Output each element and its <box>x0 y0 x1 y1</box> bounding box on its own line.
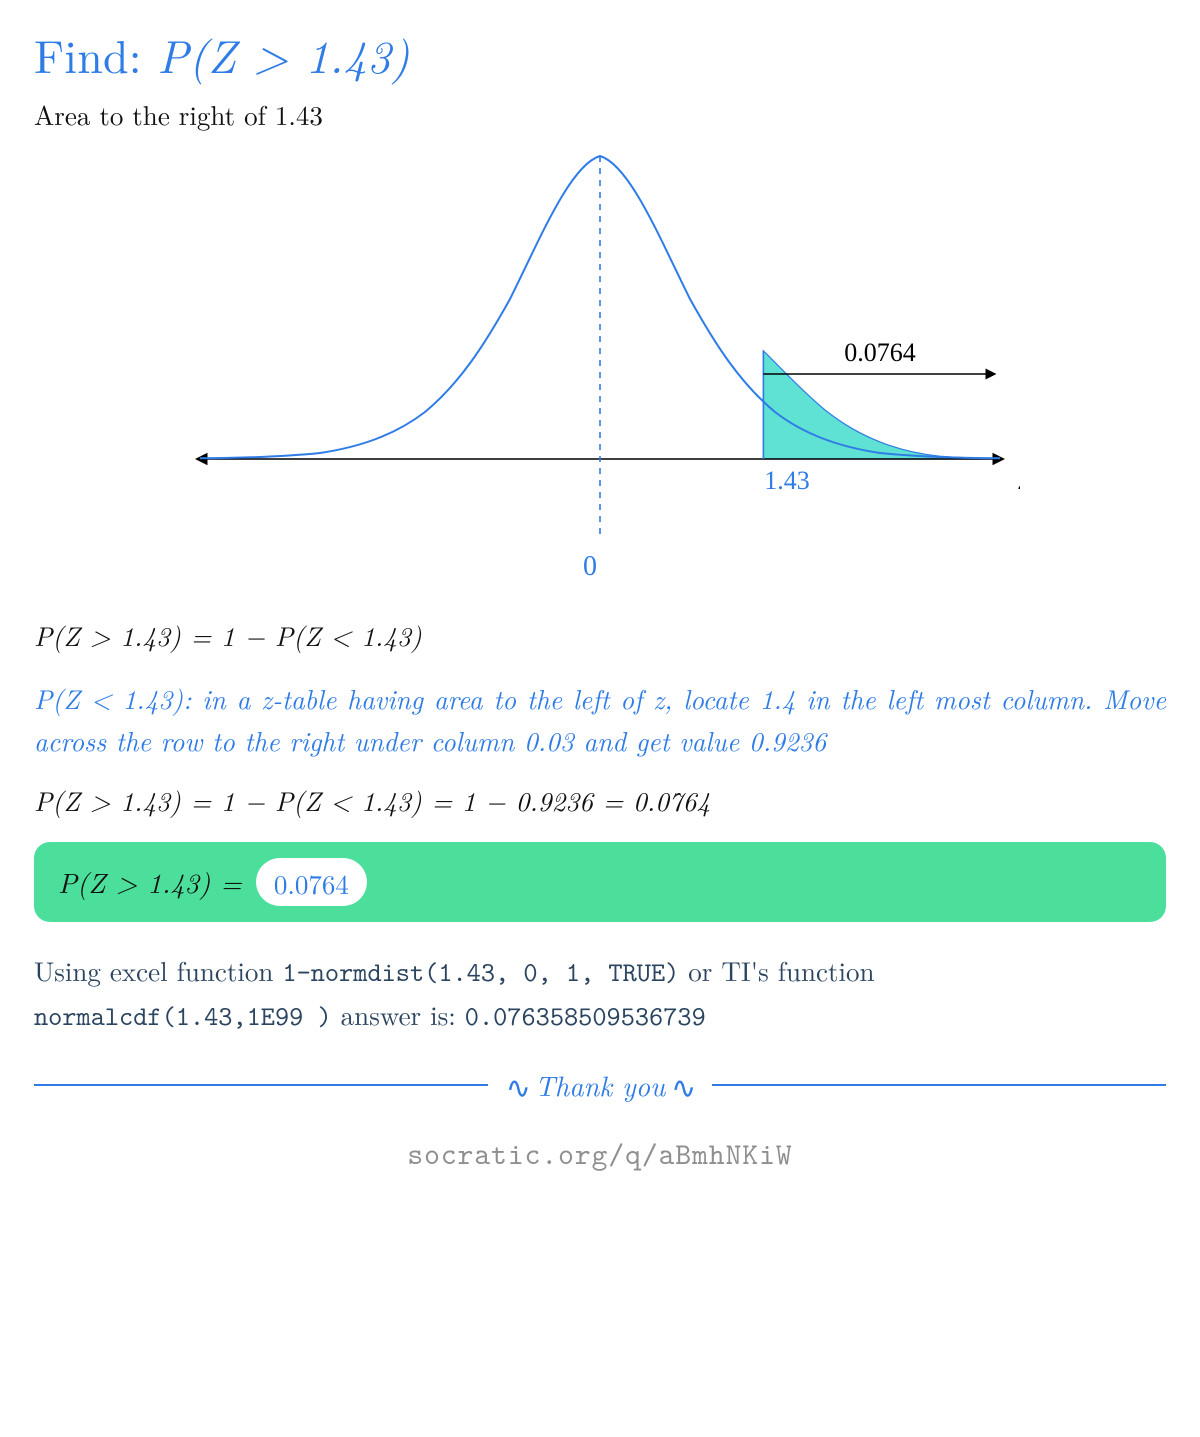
explain-leading: P(Z < 1.43): <box>34 679 192 717</box>
swirl-left-icon: ­∿ <box>506 1064 529 1107</box>
thank-you-divider: ­∿ Thank you ∿­ <box>34 1064 1166 1107</box>
calc-text-2: or TI's function <box>679 951 874 989</box>
swirl-right-icon: ∿­ <box>671 1064 694 1107</box>
answer-lhs: P(Z > 1.43) = <box>58 862 242 902</box>
equation-1: P(Z > 1.43) = 1 − P(Z < 1.43) <box>34 617 1166 655</box>
normal-curve-chart: 0.0764 1.43 0 Z <box>34 139 1166 599</box>
normal-curve-svg: 0.0764 1.43 0 Z <box>180 139 1020 599</box>
answer-rhs: 0.0764 <box>256 858 367 906</box>
calc-text-3: answer is: <box>332 995 465 1033</box>
calculator-note: Using excel function 1-normdist(1.43, 0,… <box>34 950 1166 1038</box>
shaded-tail-area <box>763 350 1000 458</box>
tail-area-label: 0.0764 <box>844 338 916 367</box>
title-prefix: Find: <box>34 22 142 87</box>
calc-text-1: Using excel function <box>34 951 282 989</box>
threshold-tick-label: 1.43 <box>764 466 810 495</box>
explain-body: in a z-table having area to the left of … <box>34 679 1166 759</box>
calc-code-ti: normalcdf(1.43,1E99 ) <box>34 998 332 1034</box>
divider-left <box>34 1084 488 1086</box>
zero-label: 0 <box>583 551 597 582</box>
page-title: Find: P(Z > 1.43) <box>34 30 1166 81</box>
calc-code-excel: 1-normdist(1.43, 0, 1, TRUE) <box>282 954 679 990</box>
ztable-instructions: P(Z < 1.43): in a z-table having area to… <box>34 678 1166 762</box>
answer-box: P(Z > 1.43) = 0.0764 <box>34 842 1166 922</box>
calc-answer-full: 0.076358509536739 <box>465 998 706 1034</box>
subtitle: Area to the right of 1.43 <box>34 95 1166 133</box>
title-expr: (Z > 1.43) <box>189 22 410 87</box>
axis-label-z: Z <box>1018 465 1020 496</box>
divider-right <box>712 1084 1166 1086</box>
thank-you-text: Thank you <box>535 1065 665 1105</box>
equation-2: P(Z > 1.43) = 1 − P(Z < 1.43) = 1 − 0.92… <box>34 782 1166 820</box>
title-P: P <box>157 22 188 87</box>
source-link: socratic.org/q/aBmhNKiW <box>34 1135 1166 1174</box>
thank-you-label: ­∿ Thank you ∿­ <box>506 1064 695 1107</box>
